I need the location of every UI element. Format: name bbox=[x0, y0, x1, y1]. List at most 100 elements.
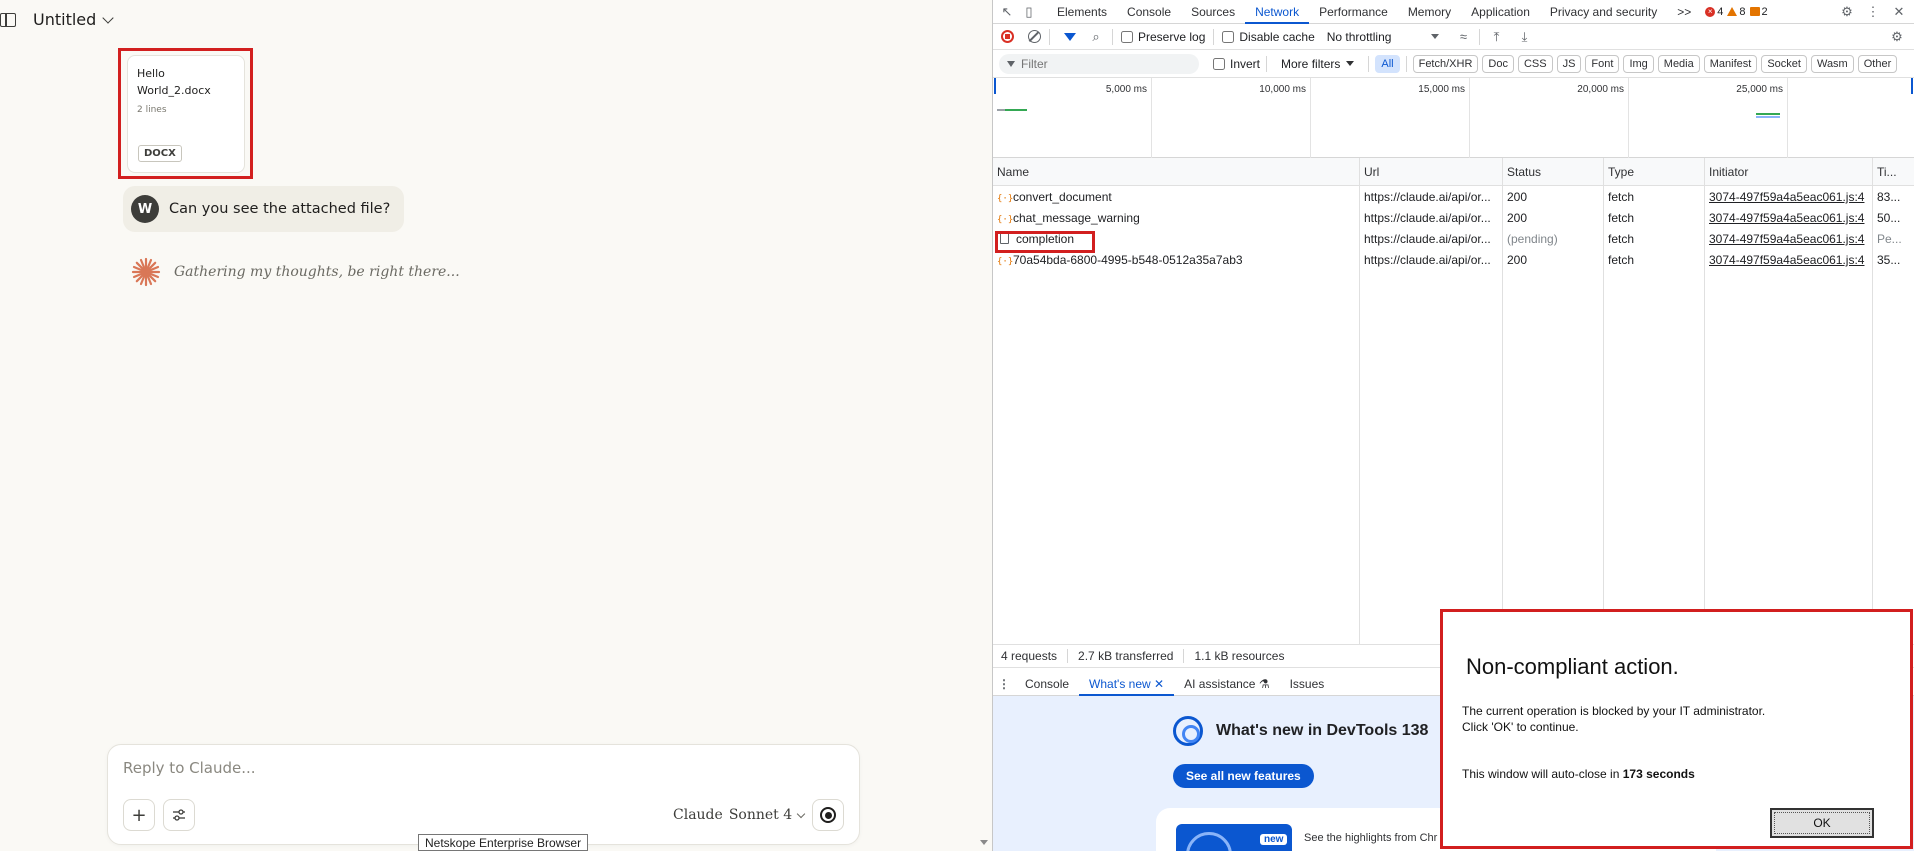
tab-network[interactable]: Network bbox=[1245, 0, 1310, 24]
tools-button[interactable] bbox=[163, 799, 195, 831]
search-icon[interactable]: ⌕ bbox=[1088, 29, 1104, 45]
column-header-name[interactable]: Name bbox=[993, 158, 1029, 186]
initiator-link[interactable]: 3074-497f59a4a5eac061.js:4 bbox=[1705, 250, 1872, 271]
initiator-link[interactable]: 3074-497f59a4a5eac061.js:4 bbox=[1705, 208, 1872, 229]
type-filter-doc[interactable]: Doc bbox=[1482, 54, 1514, 73]
flask-icon: ⚗ bbox=[1258, 676, 1270, 691]
column-header-type[interactable]: Type bbox=[1604, 158, 1634, 186]
chevron-down-icon bbox=[796, 809, 806, 818]
export-har-icon[interactable]: ⤓ bbox=[1516, 29, 1532, 45]
timeline-bar bbox=[1756, 113, 1780, 115]
table-row[interactable]: {·}chat_message_warning https://claude.a… bbox=[993, 208, 1914, 229]
issues-count-badge[interactable]: 2 bbox=[1749, 6, 1768, 18]
conversation-title-menu[interactable]: Untitled bbox=[33, 10, 114, 29]
import-har-icon[interactable]: ⤒ bbox=[1488, 29, 1504, 45]
invert-checkbox[interactable]: Invert bbox=[1213, 57, 1260, 71]
requests-table-header bbox=[993, 158, 1914, 186]
issues-icon bbox=[1749, 7, 1760, 16]
type-filter-fetch-xhr[interactable]: Fetch/XHR bbox=[1412, 54, 1479, 73]
drawer-tab-console[interactable]: Console bbox=[1015, 672, 1079, 696]
dialog-message: The current operation is blocked by your… bbox=[1462, 704, 1766, 734]
model-name: Sonnet 4 bbox=[728, 807, 793, 823]
type-filter-manifest[interactable]: Manifest bbox=[1703, 54, 1758, 73]
warning-icon bbox=[1727, 7, 1738, 16]
more-filters-dropdown[interactable]: More filters bbox=[1281, 57, 1355, 71]
type-filter-socket[interactable]: Socket bbox=[1761, 54, 1807, 73]
filter-icon[interactable] bbox=[1064, 32, 1076, 41]
error-count-badge[interactable]: × 4 bbox=[1705, 6, 1723, 18]
tab-privacy-security[interactable]: Privacy and security bbox=[1540, 0, 1667, 24]
type-filter-wasm[interactable]: Wasm bbox=[1810, 54, 1854, 73]
drawer-tab-ai-assistance[interactable]: AI assistance ⚗ bbox=[1174, 672, 1279, 696]
timeline-tick-label: 10,000 ms bbox=[1259, 84, 1306, 95]
ok-button[interactable]: OK bbox=[1770, 808, 1874, 838]
see-all-features-button[interactable]: See all new features bbox=[1173, 764, 1314, 788]
network-filterbar: Invert More filters All Fetch/XHR Doc CS… bbox=[993, 50, 1914, 78]
caret-down-icon bbox=[1346, 61, 1355, 66]
table-row[interactable]: {·}70a54bda-6800-4995-b548-0512a35a7ab3 … bbox=[993, 250, 1914, 271]
table-row[interactable]: {·}convert_document https://claude.ai/ap… bbox=[993, 187, 1914, 208]
countdown-seconds: 173 seconds bbox=[1622, 767, 1695, 781]
filter-field[interactable] bbox=[999, 53, 1199, 74]
type-filter-css[interactable]: CSS bbox=[1517, 54, 1553, 73]
warning-count-badge[interactable]: 8 bbox=[1727, 6, 1746, 18]
tab-performance[interactable]: Performance bbox=[1309, 0, 1398, 24]
overview-left-handle[interactable] bbox=[994, 78, 996, 94]
timeline-tick-label: 15,000 ms bbox=[1418, 84, 1465, 95]
fetch-xhr-icon: {·} bbox=[997, 194, 1014, 204]
kebab-menu-icon[interactable]: ⋮ bbox=[1865, 4, 1881, 20]
scroll-down-arrow-icon[interactable] bbox=[980, 840, 988, 845]
type-filter-all[interactable]: All bbox=[1375, 54, 1400, 73]
model-selector[interactable]: Claude Sonnet 4 bbox=[673, 807, 806, 823]
column-header-initiator[interactable]: Initiator bbox=[1705, 158, 1748, 186]
drawer-menu-icon[interactable]: ⋮ bbox=[993, 677, 1015, 691]
type-filter-other[interactable]: Other bbox=[1857, 54, 1898, 73]
table-row[interactable]: completion https://claude.ai/api/or... (… bbox=[993, 229, 1914, 250]
close-icon[interactable]: ✕ bbox=[1154, 677, 1164, 691]
tab-application[interactable]: Application bbox=[1461, 0, 1540, 24]
chevron-down-icon bbox=[102, 11, 114, 24]
device-toolbar-icon[interactable]: ▯ bbox=[1021, 4, 1037, 20]
reply-composer: + Claude Sonnet 4 bbox=[107, 744, 860, 845]
column-header-status[interactable]: Status bbox=[1503, 158, 1541, 186]
drawer-tab-issues[interactable]: Issues bbox=[1280, 672, 1335, 696]
type-filter-font[interactable]: Font bbox=[1585, 54, 1620, 73]
tab-memory[interactable]: Memory bbox=[1398, 0, 1461, 24]
type-filter-media[interactable]: Media bbox=[1657, 54, 1700, 73]
voice-mode-button[interactable] bbox=[812, 799, 844, 831]
initiator-link[interactable]: 3074-497f59a4a5eac061.js:4 bbox=[1705, 187, 1872, 208]
whats-new-title: What's new in DevTools 138 bbox=[1216, 722, 1429, 739]
filter-input[interactable] bbox=[1021, 56, 1181, 71]
clear-icon[interactable] bbox=[1028, 30, 1041, 43]
initiator-link[interactable]: 3074-497f59a4a5eac061.js:4 bbox=[1705, 229, 1872, 250]
record-icon bbox=[820, 807, 836, 823]
throttling-select[interactable]: No throttling bbox=[1327, 30, 1440, 44]
sidebar-toggle-icon[interactable] bbox=[0, 13, 16, 27]
preserve-log-checkbox[interactable]: Preserve log bbox=[1121, 30, 1205, 44]
tab-elements[interactable]: Elements bbox=[1047, 0, 1117, 24]
add-content-button[interactable]: + bbox=[123, 799, 155, 831]
close-icon[interactable]: ✕ bbox=[1891, 4, 1907, 20]
browser-status-tooltip: Netskope Enterprise Browser bbox=[418, 834, 589, 851]
network-conditions-icon[interactable]: ≈ bbox=[1455, 29, 1471, 45]
reply-input[interactable] bbox=[123, 759, 723, 777]
column-header-time[interactable]: Ti... bbox=[1873, 158, 1897, 186]
dialog-title: Non-compliant action. bbox=[1466, 654, 1679, 679]
overview-right-handle[interactable] bbox=[1911, 78, 1913, 94]
claude-spark-icon bbox=[131, 257, 161, 287]
attachment-card[interactable]: Hello World_2.docx 2 lines DOCX bbox=[127, 55, 245, 173]
tab-console[interactable]: Console bbox=[1117, 0, 1181, 24]
network-overview-timeline[interactable]: 5,000 ms 10,000 ms 15,000 ms 20,000 ms 2… bbox=[993, 78, 1914, 158]
drawer-tab-whats-new[interactable]: What's new ✕ bbox=[1079, 672, 1175, 696]
type-filter-img[interactable]: Img bbox=[1623, 54, 1654, 73]
type-filter-js[interactable]: JS bbox=[1556, 54, 1582, 73]
more-tabs-button[interactable]: >> bbox=[1667, 0, 1701, 24]
gear-icon[interactable]: ⚙ bbox=[1839, 4, 1855, 20]
tab-sources[interactable]: Sources bbox=[1181, 0, 1245, 24]
network-settings-gear-icon[interactable]: ⚙ bbox=[1889, 29, 1905, 45]
stop-recording-icon[interactable] bbox=[1001, 30, 1014, 43]
timeline-bar bbox=[1005, 109, 1027, 111]
column-header-url[interactable]: Url bbox=[1360, 158, 1379, 186]
disable-cache-checkbox[interactable]: Disable cache bbox=[1222, 30, 1315, 44]
inspect-element-icon[interactable]: ↖ bbox=[999, 4, 1015, 20]
